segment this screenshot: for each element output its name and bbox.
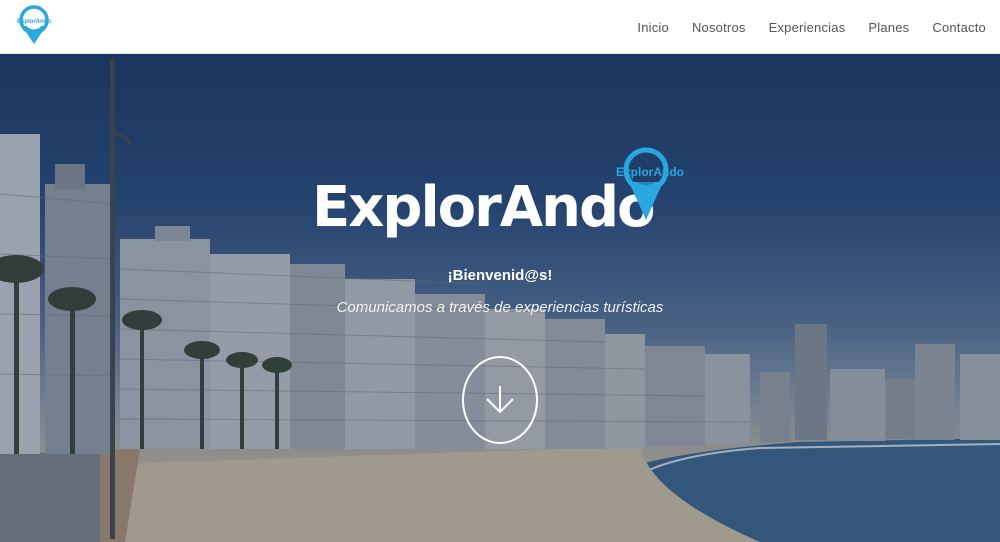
hero-logo-text: ExplorAndo [616,165,684,179]
map-pin-logo-icon: ExplorAndo [17,5,51,44]
site-logo[interactable]: ExplorAndo [14,4,54,46]
nav-item-nosotros[interactable]: Nosotros [692,20,746,35]
hero-tagline: Comunicamos a través de experiencias tur… [336,299,664,316]
chevron-down-icon [486,386,514,414]
brand-title: ExplorAndo [312,175,656,240]
nav-item-inicio[interactable]: Inicio [637,20,669,35]
nav-item-contacto[interactable]: Contacto [932,20,986,35]
nav-item-experiencias[interactable]: Experiencias [769,20,846,35]
scroll-down-button[interactable] [462,356,538,444]
hero-overlay [0,54,1000,542]
map-pin-logo-icon: ExplorAndo [616,147,684,220]
logo-text: ExplorAndo [17,19,51,25]
welcome-heading: ¡Bienvenid@s! [447,267,553,284]
navbar: ExplorAndo Inicio Nosotros Experiencias … [0,0,1000,54]
nav-item-planes[interactable]: Planes [868,20,909,35]
hero-section: ExplorAndo ExplorAndo ¡Bienvenid@s! Comu… [0,54,1000,542]
nav-menu: Inicio Nosotros Experiencias Planes Cont… [614,0,986,54]
